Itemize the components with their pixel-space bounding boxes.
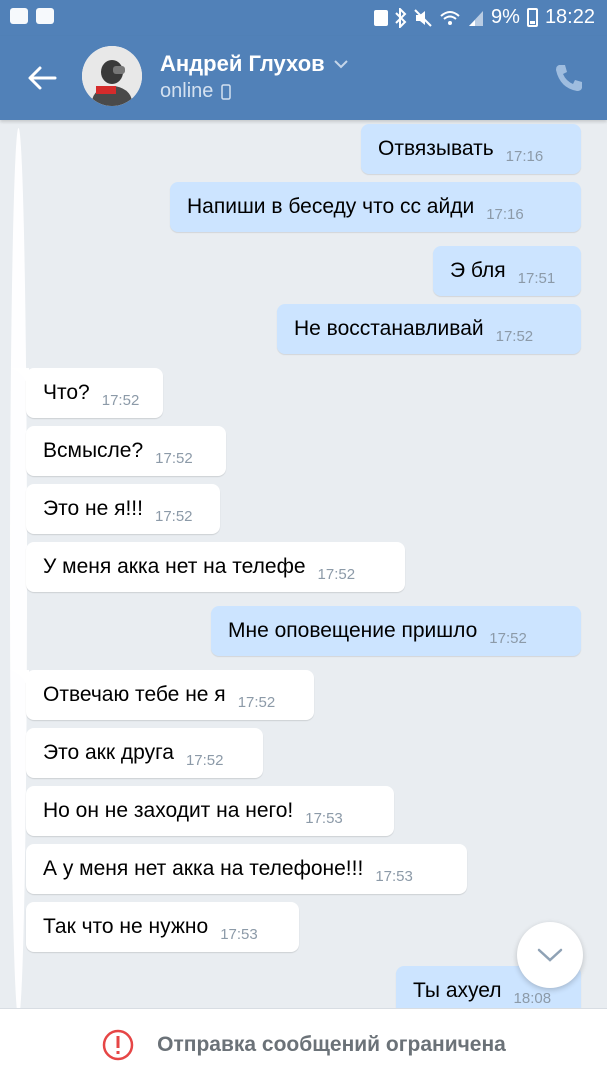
message-time: 17:16: [486, 205, 524, 223]
outgoing-message[interactable]: Напиши в беседу что сс айди 17:16: [170, 182, 581, 232]
message-list[interactable]: Отвязывать 17:16 Напиши в беседу что сс ай…: [0, 120, 607, 1010]
outgoing-message[interactable]: Отвязывать 17:16: [361, 124, 581, 174]
message-time: 17:52: [489, 629, 527, 647]
outgoing-message[interactable]: Э бля 17:51: [433, 246, 581, 296]
incoming-message[interactable]: Что? 17:52: [26, 368, 163, 418]
lock-icon: [374, 9, 389, 26]
bluetooth-icon: [395, 7, 407, 28]
incoming-message[interactable]: Но он не заходит на него! 17:53: [26, 786, 394, 836]
message-time: 17:51: [517, 269, 556, 287]
incoming-message[interactable]: Отвечаю тебе не я 17:52: [26, 670, 314, 720]
avatar[interactable]: [82, 46, 142, 106]
message-text: А у меня нет акка на телефоне!!!: [43, 857, 364, 880]
chevron-down-icon[interactable]: [333, 59, 349, 69]
message-time: 18:08: [513, 989, 552, 1007]
chevron-down-icon: [537, 948, 563, 962]
message-time: 17:53: [305, 809, 343, 827]
message-time: 17:52: [155, 449, 193, 467]
clock: 18:22: [544, 6, 595, 28]
incoming-message[interactable]: У меня акка нет на телефе 17:52: [26, 542, 405, 592]
battery-percent: 9%: [491, 6, 520, 28]
message-text: Мне оповещение пришло: [228, 619, 478, 642]
contact-status-row: online: [160, 80, 232, 103]
outgoing-message[interactable]: Мне оповещение пришло 17:52: [211, 606, 581, 656]
alert-circle-icon: [102, 1029, 134, 1060]
contact-name-row[interactable]: Андрей Глухов: [160, 51, 349, 77]
message-time: 17:52: [237, 693, 276, 711]
message-time: 17:53: [220, 925, 258, 943]
message-time: 17:52: [495, 327, 534, 345]
incoming-message[interactable]: А у меня нет акка на телефоне!!! 17:53: [26, 844, 467, 894]
avatar-image: [82, 46, 142, 106]
mobile-device-icon: [221, 83, 232, 100]
incoming-message[interactable]: Так что не нужно 17:53: [26, 902, 299, 952]
message-time: 17:53: [375, 867, 413, 885]
message-time: 17:52: [185, 751, 224, 769]
restricted-text: Отправка сообщений ограничена: [157, 1032, 506, 1056]
message-text: Но он не заходит на него!: [43, 799, 294, 822]
bubble-tail: [11, 368, 29, 386]
incoming-message[interactable]: Это акк друга 17:52: [26, 728, 263, 778]
restricted-bar: Отправка сообщений ограничена: [0, 1008, 607, 1080]
signal-icon: [469, 10, 484, 26]
scroll-down-button[interactable]: [517, 922, 583, 988]
system-icons: 9% 18:22: [374, 6, 595, 29]
chat-header: Андрей Глухов online: [0, 36, 607, 120]
message-text: Ты ахуел: [413, 979, 502, 1002]
phone-icon[interactable]: [551, 60, 587, 96]
message-text: Напиши в беседу что сс айди: [187, 195, 475, 218]
mail-notification-icon: [36, 8, 54, 24]
contact-name[interactable]: Андрей Глухов: [160, 51, 325, 77]
incoming-message[interactable]: Это не я!!! 17:52: [26, 484, 220, 534]
message-text: Это акк друга: [43, 741, 174, 764]
message-time: 17:52: [317, 565, 356, 583]
message-time: 17:16: [505, 147, 544, 165]
message-text: Всмысле?: [43, 439, 144, 462]
bubble-tail: [11, 670, 29, 688]
message-text: Отвечаю тебе не я: [43, 683, 226, 706]
message-time: 17:52: [101, 391, 140, 409]
message-text: Не восстанавливай: [294, 317, 484, 340]
outgoing-message[interactable]: Не восстанавливай 17:52: [277, 304, 581, 354]
incoming-message[interactable]: Всмысле? 17:52: [26, 426, 226, 476]
battery-icon: [526, 8, 538, 27]
back-arrow-icon: [28, 66, 57, 90]
status-bar: 9% 18:22: [0, 0, 607, 1018]
message-text: Что?: [43, 381, 90, 404]
back-button[interactable]: [22, 58, 62, 98]
online-status: online: [160, 80, 214, 102]
message-text: Отвязывать: [378, 137, 494, 160]
message-time: 17:52: [154, 507, 193, 525]
message-text: У меня акка нет на телефе: [43, 555, 306, 578]
notification-icons: [10, 8, 54, 1018]
wifi-icon: [440, 10, 460, 25]
image-notification-icon: [10, 8, 28, 24]
mute-icon: [414, 8, 432, 27]
message-text: Так что не нужно: [43, 915, 209, 938]
message-text: Э бля: [450, 259, 506, 282]
message-text: Это не я!!!: [43, 497, 143, 520]
